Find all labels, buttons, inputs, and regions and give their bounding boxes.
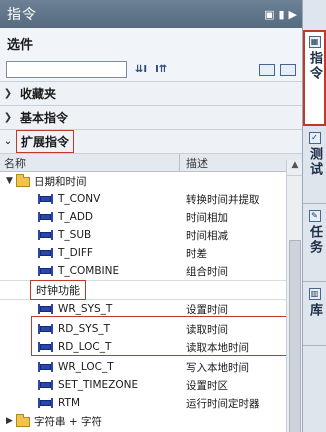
section-extended-instructions[interactable]: ⌄ 扩展指令 [0, 130, 302, 154]
list-item[interactable]: WR_LOC_T 写入本地时间 [0, 358, 302, 376]
instruction-name: RTM [58, 397, 81, 409]
column-header: 名称 描述 [0, 154, 302, 172]
instruction-desc: 读取时间 [186, 323, 228, 336]
instruction-desc: 组合时间 [186, 265, 228, 278]
list-item[interactable]: T_SUB 时间相减 [0, 226, 302, 244]
instruction-name: RD_SYS_T [58, 323, 111, 335]
folder-strings-label: 字符串 + 字符 [34, 415, 102, 428]
view-list-icon[interactable] [259, 63, 275, 76]
expand-arrow-icon[interactable]: ▶ [289, 8, 297, 21]
folder-strings[interactable]: ▶ 字符串 + 字符 [0, 412, 302, 430]
list-item[interactable]: RD_LOC_T 读取本地时间 [0, 338, 302, 356]
instruction-block-icon [38, 362, 53, 372]
minimize-icon[interactable]: ▮ [278, 8, 284, 21]
clock-functions-label: 时钟功能 [30, 280, 86, 300]
chevron-right-icon: ❯ [3, 112, 13, 123]
instruction-block-icon [38, 230, 53, 240]
tab-testing[interactable]: ✓ 测试 [303, 128, 326, 204]
list-item[interactable]: WR_SYS_T 设置时间 [0, 300, 302, 318]
chevron-down-icon: ⌄ [3, 136, 13, 147]
instruction-desc: 时间相加 [186, 211, 228, 224]
options-header: 选件 [0, 28, 302, 58]
panel-title: 指令 [7, 7, 37, 23]
tab-instructions[interactable]: ▦ 指令 [303, 30, 326, 126]
options-label: 选件 [7, 37, 34, 53]
tab-testing-label: 测试 [307, 147, 322, 177]
view-details-icon[interactable] [280, 63, 296, 76]
scroll-up-icon[interactable]: ▲ [287, 160, 302, 176]
collapse-triangle-icon[interactable]: ▼ [6, 176, 16, 186]
instructions-icon: ▦ [308, 36, 321, 48]
instruction-desc: 时间相减 [186, 229, 228, 242]
instruction-desc: 设置时区 [186, 379, 228, 392]
instruction-block-icon [38, 194, 53, 204]
tab-tasks-label: 任务 [307, 225, 322, 255]
vertical-scrollbar[interactable]: ▲ [286, 160, 302, 432]
testing-icon: ✓ [308, 132, 321, 144]
instruction-desc: 设置时间 [186, 303, 228, 316]
instruction-desc: 运行时间定时器 [186, 397, 260, 410]
instruction-name: WR_LOC_T [58, 361, 114, 373]
folder-datetime-label: 日期和时间 [34, 175, 87, 188]
instructions-panel: 指令 ▣ ▮ ▶ 选件 ⇊I I⇈ ❯ 收藏夹 ❯ 基本指令 ⌄ 扩展指令 名称… [0, 0, 303, 432]
panel-titlebar: 指令 ▣ ▮ ▶ [0, 0, 302, 28]
section-favorites-label: 收藏夹 [20, 87, 57, 101]
section-extended-label: 扩展指令 [16, 130, 75, 153]
column-description[interactable]: 描述 [180, 155, 208, 171]
list-item[interactable]: SET_TIMEZONE 设置时区 [0, 376, 302, 394]
list-item[interactable]: T_CONV 转换时间并提取 [0, 190, 302, 208]
instruction-desc: 转换时间并提取 [186, 193, 260, 206]
instruction-name: WR_SYS_T [58, 303, 113, 315]
instruction-block-icon [38, 248, 53, 258]
folder-icon [16, 174, 30, 187]
filter-add-icon[interactable]: ⇊I [135, 64, 147, 75]
instruction-block-icon [38, 324, 53, 334]
options-toolbar: ⇊I I⇈ [0, 58, 302, 82]
filter-remove-icon[interactable]: I⇈ [155, 64, 167, 75]
chevron-right-icon: ❯ [3, 88, 13, 99]
instruction-desc: 写入本地时间 [186, 361, 249, 374]
tasks-icon: ✎ [308, 210, 321, 222]
instruction-block-icon [38, 212, 53, 222]
list-item[interactable]: T_COMBINE 组合时间 [0, 262, 302, 280]
tab-libraries[interactable]: ▥ 库 [303, 284, 326, 346]
instruction-name: T_ADD [58, 211, 94, 223]
instruction-name: T_CONV [58, 193, 101, 205]
tab-tasks[interactable]: ✎ 任务 [303, 206, 326, 282]
instruction-name: SET_TIMEZONE [58, 379, 139, 391]
window-icon[interactable]: ▣ [264, 8, 274, 21]
library-icon: ▥ [308, 288, 321, 300]
column-name[interactable]: 名称 [0, 154, 180, 171]
tab-instructions-label: 指令 [307, 51, 322, 81]
list-item[interactable]: RD_SYS_T 读取时间 [0, 320, 302, 338]
tab-libraries-label: 库 [307, 303, 322, 318]
instruction-desc: 读取本地时间 [186, 341, 249, 354]
instruction-desc: 时差 [186, 247, 207, 260]
section-basic-label: 基本指令 [20, 111, 69, 125]
clock-functions-group[interactable]: 时钟功能 [0, 280, 302, 300]
instruction-name: T_SUB [58, 229, 92, 241]
instruction-name: T_DIFF [58, 247, 93, 259]
folder-datetime[interactable]: ▼ 日期和时间 [0, 172, 302, 190]
instruction-block-icon [38, 398, 53, 408]
list-item[interactable]: RTM 运行时间定时器 [0, 394, 302, 412]
instruction-name: T_COMBINE [58, 265, 120, 277]
side-tab-bar: ▦ 指令 ✓ 测试 ✎ 任务 ▥ 库 [303, 0, 326, 432]
instruction-block-icon [38, 304, 53, 314]
list-item[interactable]: T_ADD 时间相加 [0, 208, 302, 226]
instruction-name: RD_LOC_T [58, 341, 112, 353]
instruction-block-icon [38, 380, 53, 390]
scrollbar-thumb[interactable] [289, 240, 301, 432]
instruction-block-icon [38, 266, 53, 276]
instruction-block-icon [38, 342, 53, 352]
list-item[interactable]: T_DIFF 时差 [0, 244, 302, 262]
expand-triangle-icon[interactable]: ▶ [6, 416, 16, 426]
search-input[interactable] [6, 61, 127, 78]
section-basic-instructions[interactable]: ❯ 基本指令 [0, 106, 302, 130]
folder-icon [16, 414, 30, 427]
section-favorites[interactable]: ❯ 收藏夹 [0, 82, 302, 106]
